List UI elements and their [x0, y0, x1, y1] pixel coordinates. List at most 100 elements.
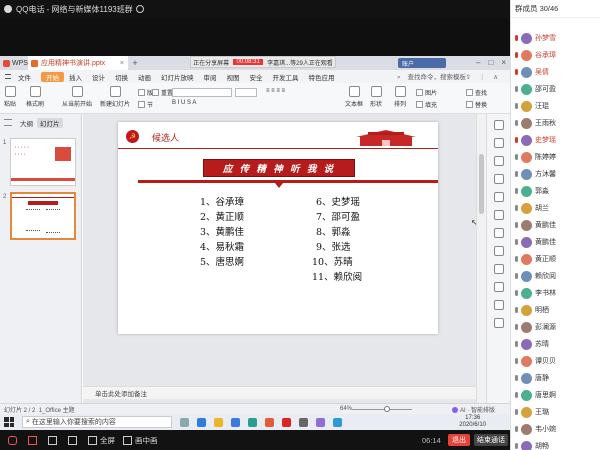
app-icon[interactable] [248, 417, 257, 427]
tool-icon-1[interactable] [494, 120, 504, 130]
tool-icon-10[interactable] [494, 282, 504, 292]
member-item[interactable]: 陈婷婷 [515, 149, 600, 165]
file-explorer-icon[interactable] [214, 417, 223, 427]
windows-start-icon[interactable] [4, 417, 14, 427]
shape-button[interactable]: 形状 [370, 86, 382, 108]
exit-button[interactable]: 退出 [448, 434, 470, 446]
ai-layout-button[interactable]: AI · 智能排版 [452, 405, 495, 414]
taskbar-clock[interactable]: 17:36 2020/6/10 [459, 415, 486, 429]
media-icon[interactable] [316, 417, 325, 427]
task-view-icon[interactable] [180, 417, 189, 427]
tool-icon-8[interactable] [494, 246, 504, 256]
member-item[interactable]: 胡兰 [515, 200, 600, 216]
member-item[interactable]: 韦小婉 [515, 421, 600, 437]
tool-icon-4[interactable] [494, 174, 504, 184]
fullscreen-button[interactable]: 全屏 [88, 435, 115, 446]
zoom-slider-knob[interactable] [384, 406, 390, 412]
notes-area[interactable]: 单击此处添加备注 [83, 386, 476, 399]
font-format-buttons[interactable]: B I U S A [172, 100, 257, 109]
member-item[interactable]: 苏晴 [515, 336, 600, 352]
member-item[interactable]: 黄正顺 [515, 251, 600, 267]
member-item[interactable]: 唐静 [515, 370, 600, 386]
menu-view[interactable]: 视图 [222, 72, 245, 82]
replace-button[interactable]: 替换 [466, 100, 487, 109]
new-tab-icon[interactable]: + [128, 58, 142, 68]
menu-animation[interactable]: 动画 [133, 72, 156, 82]
wps-home-tab[interactable]: WPS [0, 56, 28, 70]
zoom-level[interactable]: 64% [340, 406, 352, 412]
menu-insert[interactable]: 插入 [64, 72, 87, 82]
camera-button[interactable] [48, 435, 60, 445]
format-painter-button[interactable]: 格式刷 [26, 86, 44, 108]
slide-thumbnail-1[interactable]: · · · · · · · · · [10, 138, 76, 186]
info-icon[interactable] [135, 5, 144, 13]
menu-transition[interactable]: 切换 [110, 72, 133, 82]
tool-icon-9[interactable] [494, 264, 504, 274]
tool-icon-7[interactable] [494, 228, 504, 238]
member-item[interactable]: 明栖 [515, 302, 600, 318]
ribbon-right-icons[interactable]: ◌ ⇪ ⋮ ∧ [449, 73, 506, 81]
file-menu[interactable]: 文件 [0, 72, 41, 82]
taskbar-search[interactable]: ⌕ 在这里输入你要搜索的内容 [22, 416, 172, 428]
record-icon[interactable] [282, 417, 291, 427]
member-item[interactable]: 赖欣阅 [515, 268, 600, 284]
user-account-button[interactable]: 账户 [398, 58, 446, 68]
settings-icon[interactable] [299, 417, 308, 427]
tool-icon-11[interactable] [494, 300, 504, 310]
paste-button[interactable]: 粘贴 [4, 86, 16, 108]
scrollbar-thumb[interactable] [479, 154, 484, 214]
member-item[interactable]: 王雨秋 [515, 115, 600, 131]
member-item[interactable]: 史梦瑶 [515, 132, 600, 148]
member-item[interactable]: 方沐馨 [515, 166, 600, 182]
member-item[interactable]: 彭澜源 [515, 319, 600, 335]
close-tab-icon[interactable]: × [120, 60, 124, 67]
member-item[interactable]: 唐思婀 [515, 387, 600, 403]
edge-icon[interactable] [197, 417, 206, 427]
pip-button[interactable]: 画中画 [123, 435, 158, 446]
member-item[interactable]: 孙梦雪 [515, 30, 600, 46]
reset-button[interactable]: 重置 [152, 88, 173, 97]
textbox-button[interactable]: 文本框 [345, 86, 363, 108]
tab-outline[interactable]: 大纲 [20, 118, 33, 128]
tool-icon-3[interactable] [494, 156, 504, 166]
share-screen-button[interactable] [68, 435, 80, 445]
tool-icon-2[interactable] [494, 138, 504, 148]
picture-button[interactable]: 图片 [416, 88, 437, 97]
member-item[interactable]: 黄鹏佳 [515, 217, 600, 233]
member-item[interactable]: 黄鹏佳 [515, 234, 600, 250]
menu-slideshow[interactable]: 幻灯片放映 [156, 72, 199, 82]
zoom-slider[interactable] [352, 409, 412, 410]
tool-icon-12[interactable] [494, 318, 504, 328]
member-item[interactable]: 王璐 [515, 404, 600, 420]
arrange-button[interactable]: 排列 [394, 86, 406, 108]
font-size-select[interactable] [235, 88, 257, 97]
menu-developer[interactable]: 开发工具 [268, 72, 304, 82]
mute-button[interactable] [8, 435, 20, 445]
member-item[interactable]: 胡畅 [515, 438, 600, 450]
member-item[interactable]: 汪琨 [515, 98, 600, 114]
current-slide[interactable]: ☭ 候选人 应 传 精 神 听 我 说 1、谷承璋 2、黄正顺 3、黄鹏佳 4、… [118, 122, 438, 334]
member-item[interactable]: 郭淼 [515, 183, 600, 199]
vertical-scrollbar[interactable] [476, 114, 486, 403]
document-tab[interactable]: 应用精神书演讲.pptx × [28, 56, 128, 70]
tab-slides[interactable]: 幻灯片 [37, 118, 63, 128]
member-item[interactable]: 谭贝贝 [515, 353, 600, 369]
new-slide-button[interactable]: 新建幻灯片 [100, 86, 130, 108]
tool-icon-6[interactable] [494, 210, 504, 220]
menu-review[interactable]: 审阅 [199, 72, 222, 82]
panel-menu-icon[interactable] [4, 119, 12, 126]
qq-taskbar-icon[interactable] [333, 417, 342, 427]
member-item[interactable]: 邵可盈 [515, 81, 600, 97]
paragraph-buttons[interactable]: ≡ ≡ ≡ ≡ [266, 88, 326, 97]
member-item[interactable]: 谷承璋 [515, 47, 600, 63]
fill-button[interactable]: 填充 [416, 100, 437, 109]
slide-thumbnail-2[interactable] [10, 192, 76, 240]
menu-start[interactable]: 开始 [41, 71, 64, 82]
member-item[interactable]: 吴倩 [515, 64, 600, 80]
find-button[interactable]: 查找 [466, 88, 487, 97]
font-name-select[interactable] [172, 88, 232, 97]
menu-security[interactable]: 安全 [245, 72, 268, 82]
tool-icon-5[interactable] [494, 192, 504, 202]
section-button[interactable]: 节 [138, 100, 153, 109]
menu-design[interactable]: 设计 [87, 72, 110, 82]
